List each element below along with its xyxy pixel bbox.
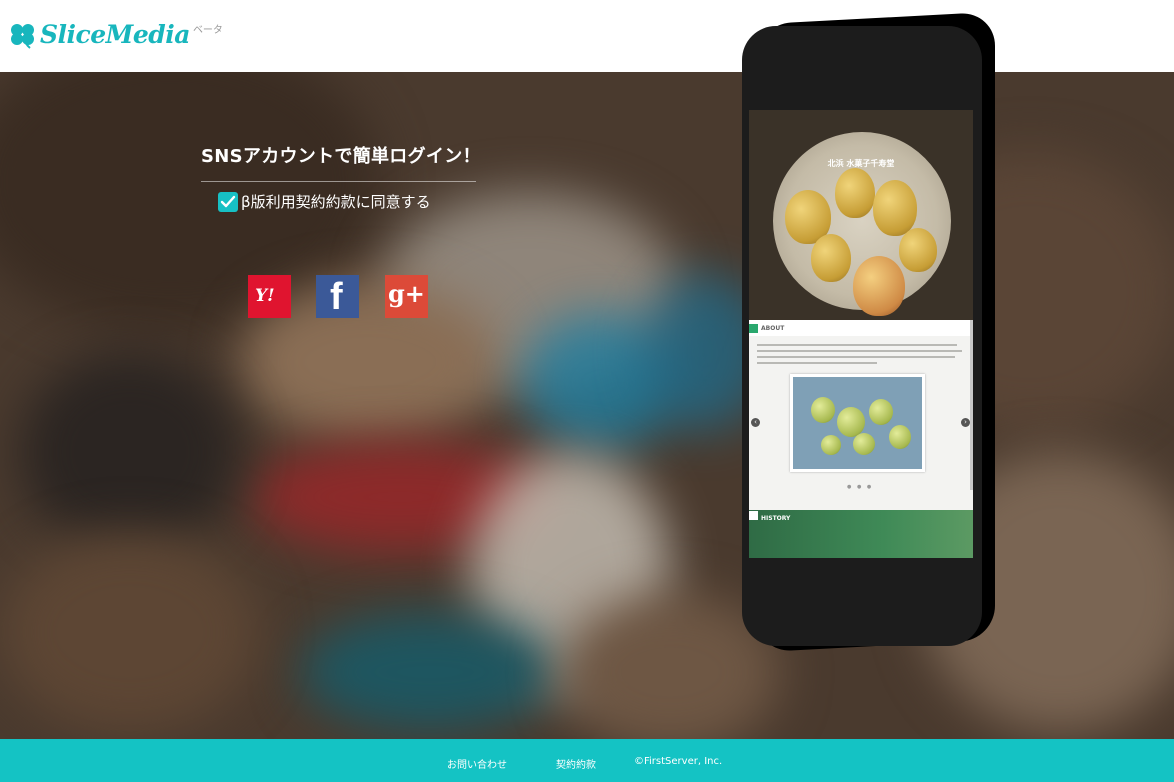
agree-terms-checkbox[interactable]: β版利用契約約款に同意する bbox=[218, 191, 431, 212]
history-marker bbox=[749, 511, 758, 520]
logo-beta-label: ベータ bbox=[192, 25, 223, 36]
about-label: ABOUT bbox=[761, 325, 785, 332]
carousel-dots: ● ● ● bbox=[847, 484, 874, 490]
google-plus-icon: g+ bbox=[388, 279, 425, 308]
facebook-login-button[interactable]: f bbox=[316, 275, 359, 318]
check-icon bbox=[220, 195, 236, 207]
agree-terms-label: β版利用契約約款に同意する bbox=[241, 193, 431, 211]
google-plus-login-button[interactable]: g+ bbox=[385, 275, 428, 318]
phone-hero-title: 北浜 水菓子千寿堂 bbox=[827, 159, 895, 168]
footer: お問い合わせ 契約約款 ©FirstServer, Inc. bbox=[0, 739, 1174, 782]
header: SliceMedia ベータ bbox=[0, 0, 1174, 72]
phone-hero-image: 北浜 水菓子千寿堂 bbox=[749, 110, 973, 320]
facebook-icon: f bbox=[330, 276, 343, 318]
divider bbox=[201, 181, 476, 182]
phone-scrollbar bbox=[970, 320, 973, 490]
history-label: HISTORY bbox=[761, 515, 791, 522]
footer-terms-link[interactable]: 契約約款 bbox=[556, 756, 596, 771]
footer-copyright: ©FirstServer, Inc. bbox=[634, 756, 723, 767]
logo[interactable]: SliceMedia ベータ bbox=[8, 20, 223, 50]
clover-icon bbox=[11, 24, 34, 49]
phone-photo bbox=[790, 374, 925, 472]
logo-text: SliceMedia bbox=[40, 20, 190, 49]
about-marker bbox=[749, 324, 758, 333]
phone-screen: 北浜 水菓子千寿堂 ABOUT ‹ › ● ● ● HISTORY bbox=[749, 110, 973, 558]
yahoo-login-button[interactable]: Y! bbox=[248, 275, 291, 318]
page: SliceMedia ベータ SNSアカウントで簡単ログイン！ β版利用契約約款… bbox=[0, 0, 1174, 782]
checkbox-checked-icon[interactable] bbox=[218, 191, 238, 212]
login-title: SNSアカウントで簡単ログイン！ bbox=[201, 146, 481, 167]
yahoo-icon: Y! bbox=[255, 286, 275, 306]
carousel-prev-icon: ‹ bbox=[751, 418, 760, 427]
hero-background bbox=[0, 72, 1174, 739]
carousel-next-icon: › bbox=[961, 418, 970, 427]
footer-contact-link[interactable]: お問い合わせ bbox=[447, 756, 507, 771]
